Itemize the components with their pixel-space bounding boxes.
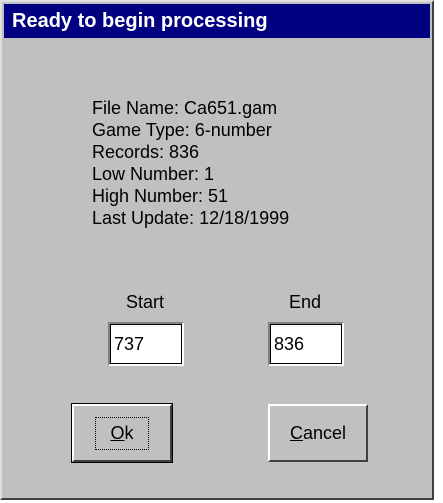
start-label: Start <box>126 292 165 312</box>
end-input[interactable] <box>268 322 344 366</box>
last-update-text: Last Update: 12/18/1999 <box>92 208 290 228</box>
high-number-text: High Number: 51 <box>92 186 229 206</box>
processing-dialog: Ready to begin processing File Name: Ca6… <box>0 0 434 500</box>
cancel-button-label: Cancel <box>289 422 347 443</box>
ok-button[interactable]: Ok <box>71 403 173 463</box>
start-input[interactable] <box>108 322 184 366</box>
file-name-text: File Name: Ca651.gam <box>92 98 278 118</box>
low-number-text: Low Number: 1 <box>92 164 215 184</box>
ok-button-label: Ok <box>95 416 149 450</box>
dialog-title: Ready to begin processing <box>4 4 430 38</box>
records-text: Records: 836 <box>92 142 200 162</box>
game-type-text: Game Type: 6-number <box>92 120 272 140</box>
cancel-button[interactable]: Cancel <box>268 404 368 462</box>
end-label: End <box>289 292 322 312</box>
file-info: File Name: Ca651.gam Game Type: 6-number… <box>92 97 289 229</box>
